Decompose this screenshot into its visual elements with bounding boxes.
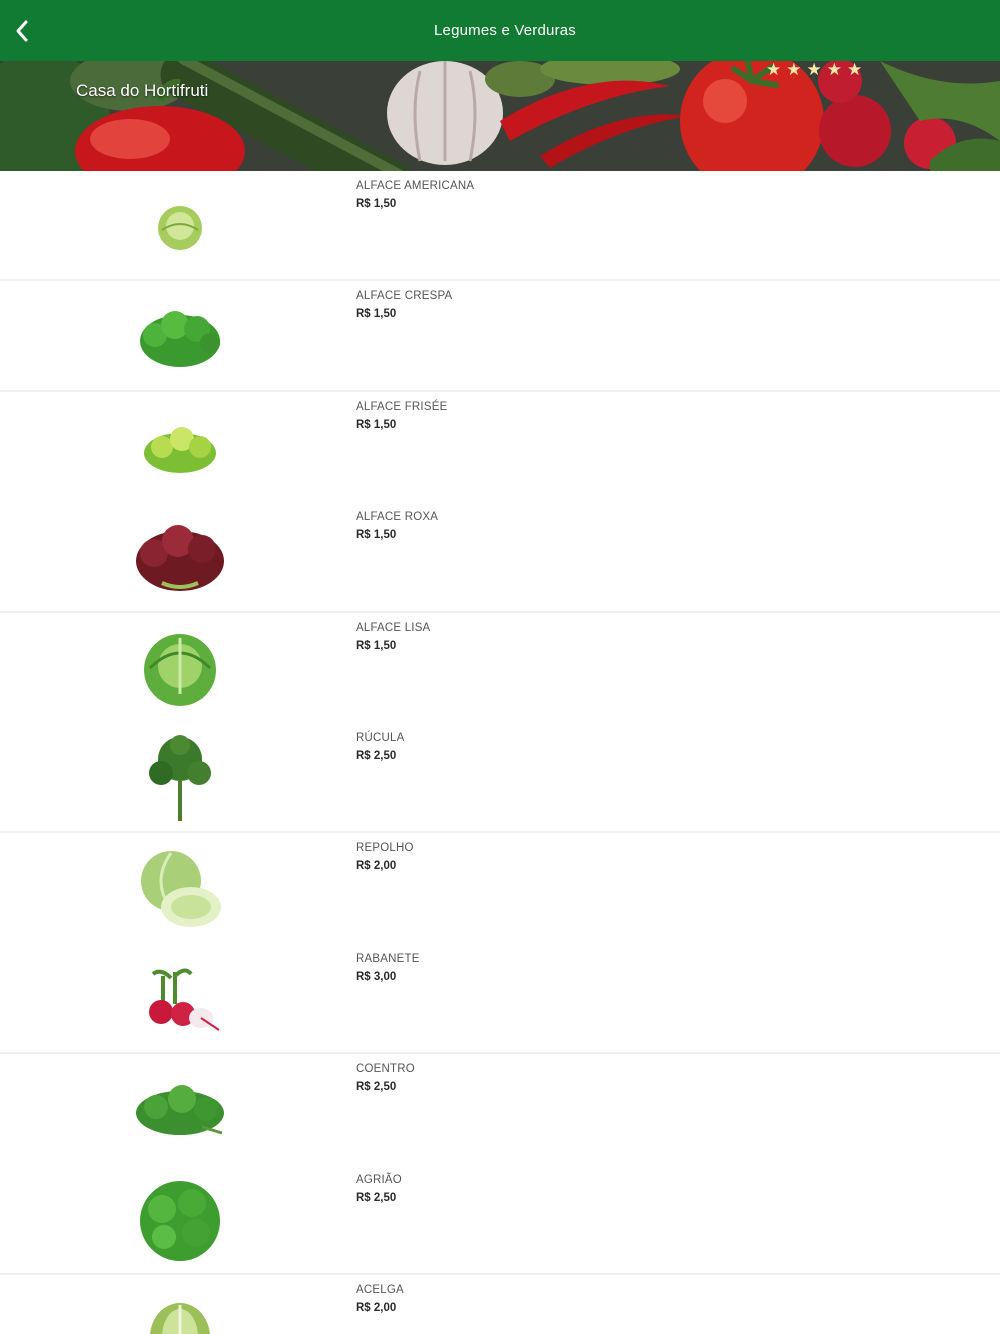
product-item[interactable]: ALFACE AMERICANA R$ 1,50 [0, 171, 1000, 282]
watercress-icon [130, 1177, 230, 1263]
star-icon: ★ [766, 61, 782, 79]
product-price: R$ 2,50 [356, 749, 397, 762]
product-name: ALFACE ROXA [356, 511, 439, 524]
product-item[interactable]: RABANETE R$ 3,00 [0, 943, 1000, 1055]
product-name: ALFACE FRISÉE [356, 400, 448, 413]
product-item[interactable]: ALFACE ROXA R$ 1,50 [0, 502, 1000, 613]
store-rating: ★ ★ ★ ★ ★ [766, 61, 862, 78]
product-price: R$ 2,00 [356, 1301, 397, 1314]
product-price: R$ 1,50 [356, 418, 397, 431]
product-price: R$ 3,00 [356, 970, 397, 983]
product-item[interactable]: ALFACE CRESPA R$ 1,50 [0, 281, 1000, 392]
top-nav-bar: Legumes e Verduras [0, 0, 1000, 61]
radish-icon [130, 956, 230, 1042]
product-item[interactable]: ACELGA R$ 2,00 [0, 1274, 1000, 1334]
product-name: ALFACE LISA [356, 621, 431, 634]
star-icon: ★ [847, 61, 863, 79]
product-price: R$ 2,00 [356, 860, 397, 873]
product-name: RABANETE [356, 952, 420, 965]
product-price: R$ 2,50 [356, 1081, 397, 1094]
product-price: R$ 1,50 [356, 529, 397, 542]
chard-icon [130, 1287, 230, 1334]
product-name: ALFACE CRESPA [356, 290, 453, 303]
product-name: ALFACE AMERICANA [356, 180, 475, 192]
arugula-icon [130, 734, 230, 821]
cilantro-icon [130, 1066, 230, 1152]
product-item[interactable]: ALFACE FRISÉE R$ 1,50 [0, 391, 1000, 503]
store-banner: Casa do Hortifruti ★ ★ ★ ★ ★ [0, 61, 1000, 171]
product-name: COENTRO [356, 1063, 415, 1076]
product-item[interactable]: COENTRO R$ 2,50 [0, 1054, 1000, 1165]
page-title: Legumes e Verduras [433, 22, 577, 39]
product-item[interactable]: RÚCULA R$ 2,50 [0, 722, 1000, 834]
product-name: ACELGA [356, 1283, 404, 1296]
butter-lettuce-icon [130, 625, 230, 711]
star-icon: ★ [806, 61, 822, 79]
product-price: R$ 1,50 [356, 639, 397, 652]
star-icon: ★ [786, 61, 802, 79]
back-button[interactable] [0, 0, 44, 61]
red-lettuce-icon [130, 514, 230, 600]
star-icon: ★ [826, 61, 842, 79]
store-name: Casa do Hortifruti [76, 81, 209, 100]
cabbage-icon [130, 845, 230, 931]
curly-lettuce-icon [130, 293, 230, 379]
product-item[interactable]: ALFACE LISA R$ 1,50 [0, 612, 1000, 723]
product-name: REPOLHO [356, 842, 414, 855]
product-price: R$ 1,50 [356, 198, 397, 210]
product-item[interactable]: AGRIÃO R$ 2,50 [0, 1164, 1000, 1275]
product-list: ALFACE AMERICANA R$ 1,50 ALFACE CRESPA R… [0, 171, 1000, 1334]
product-name: AGRIÃO [356, 1173, 402, 1186]
iceberg-lettuce-icon [130, 183, 230, 269]
product-price: R$ 1,50 [356, 308, 397, 321]
frisee-lettuce-icon [130, 404, 230, 490]
chevron-left-icon [16, 20, 28, 41]
product-name: RÚCULA [356, 731, 405, 744]
product-item[interactable]: REPOLHO R$ 2,00 [0, 833, 1000, 944]
product-price: R$ 2,50 [356, 1191, 397, 1204]
